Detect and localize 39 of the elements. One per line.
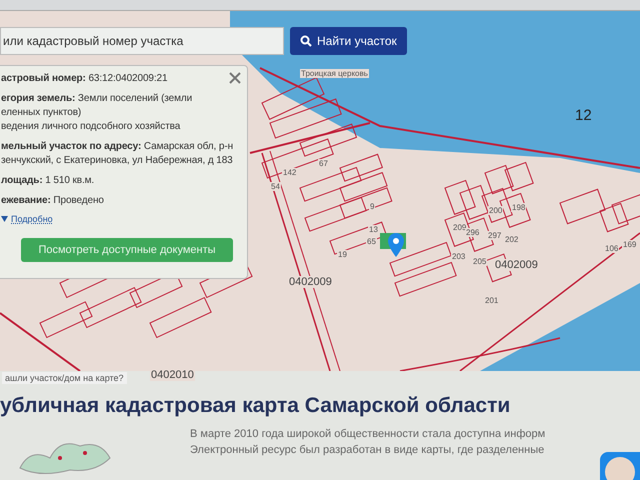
article-text: В марте 2010 года широкой общественности стала доступна информ [190, 428, 546, 440]
map-label: 203 [451, 252, 466, 261]
map-label: 205 [472, 257, 488, 266]
map-label: 198 [511, 203, 526, 212]
map-label: 0402009 [494, 259, 539, 271]
map-pin-icon [388, 233, 404, 257]
avatar-circle [605, 457, 635, 480]
map-label: 296 [465, 228, 480, 237]
info-text: астровый номер: 63:12:0402009:21 [1, 72, 168, 86]
info-text: лощадь: 1 510 кв.м. [1, 174, 94, 188]
map-label: 201 [484, 296, 500, 305]
map-label: 209 [452, 223, 468, 232]
search-button[interactable]: Найти участок [290, 27, 407, 55]
map-label: 19 [337, 250, 348, 259]
map-label: 169 [622, 240, 638, 249]
map-label: 67 [318, 159, 329, 168]
info-text: егория земель: Земли поселений (земли еленных пунктов) ведения личного подсобного хозяйства [1, 92, 192, 134]
search-icon [300, 35, 312, 47]
info-text: мельный участок по адресу: Самарская обл, р-н зенчукский, с Екатериновка, ул Набережная, д 183 [1, 140, 233, 168]
details-link[interactable]: Подробно [11, 214, 53, 224]
map-label: 9 [369, 202, 376, 211]
info-text: ежевание: Проведено [1, 194, 104, 208]
map-label: 297 [487, 231, 502, 240]
map-label: 202 [504, 235, 520, 244]
article-text: Электронный ресурс был разработан в виде карты, где разделенные [190, 444, 546, 456]
map-label: 54 [270, 182, 281, 191]
map-label: Троицкая церковь [300, 69, 369, 78]
map-label: 0402009 [288, 276, 333, 288]
map-label: 106 [604, 244, 620, 253]
map-label: 200 [488, 206, 504, 215]
map-label: 13 [368, 225, 379, 234]
map-label: 142 [282, 168, 298, 177]
map-label: 0402010 [150, 369, 195, 381]
page-heading: убличная кадастровая карта Самарской области [0, 394, 512, 418]
map-hint-text: ашли участок/дом на карте? [2, 372, 127, 384]
close-icon[interactable] [229, 72, 241, 84]
map-label: 65 [366, 237, 377, 246]
chat-widget[interactable] [600, 452, 640, 480]
search-field[interactable]: или кадастровый номер участка [0, 27, 284, 55]
